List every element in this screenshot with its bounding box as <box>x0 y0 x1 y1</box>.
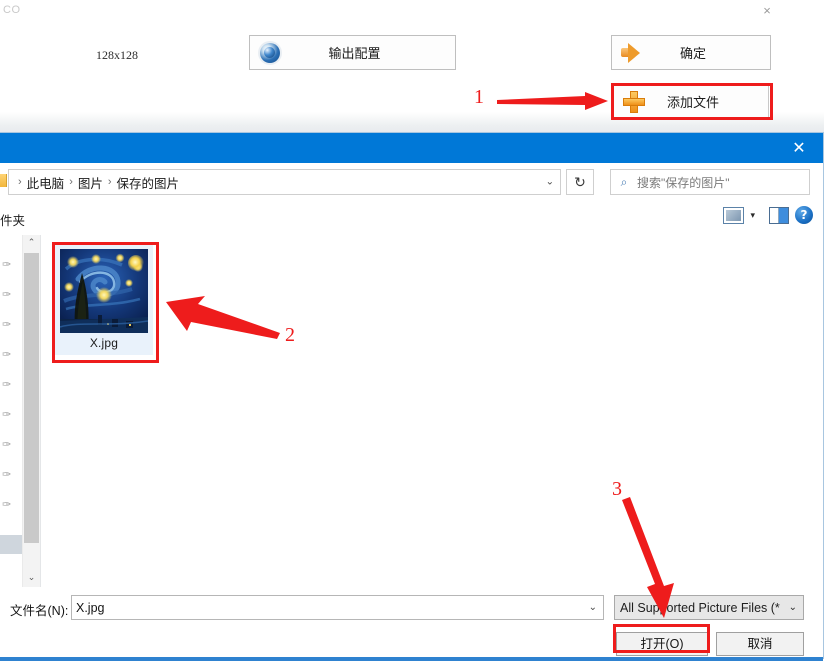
orange-arrow-icon <box>612 42 652 63</box>
breadcrumb-separator: › <box>69 176 73 188</box>
sidebar-item[interactable]: ✑ <box>0 499 22 511</box>
cancel-button[interactable]: 取消 <box>716 632 804 656</box>
add-file-button[interactable]: 添加文件 <box>613 85 769 118</box>
list-item[interactable]: X.jpg <box>55 245 153 355</box>
breadcrumb-item-saved-pictures[interactable]: 保存的图片 <box>117 173 180 192</box>
sidebar-item-selected[interactable] <box>0 535 22 554</box>
chevron-down-icon[interactable]: ▾ <box>750 210 755 221</box>
pin-icon: ✑ <box>2 378 12 391</box>
orange-plus-icon <box>614 90 654 113</box>
output-config-label: 输出配置 <box>328 46 381 61</box>
folder-icon <box>0 174 7 187</box>
confirm-button[interactable]: 确定 <box>611 35 771 70</box>
dialog-bottom-bar: 文件名(N): X.jpg ⌄ All Supported Picture Fi… <box>0 588 823 660</box>
sidebar-item[interactable]: ✑ <box>0 409 22 421</box>
chevron-down-icon[interactable]: ⌄ <box>589 602 597 613</box>
chevron-down-icon[interactable]: ⌄ <box>546 177 554 188</box>
annotation-number-2: 2 <box>285 324 295 346</box>
breadcrumb-separator: › <box>107 176 112 188</box>
open-button[interactable]: 打开(O) <box>616 632 708 656</box>
sidebar-item[interactable]: ✑ <box>0 349 22 361</box>
pin-icon: ✑ <box>2 408 12 421</box>
file-type-filter-select[interactable]: All Supported Picture Files (* ⌄ <box>614 595 804 620</box>
dialog-navigation-bar: › 此电脑 › 图片 › 保存的图片 ⌄ ↻ ⌕ 搜索"保存的图片" <box>0 163 823 201</box>
scroll-down-icon[interactable]: ⌄ <box>23 570 40 587</box>
help-icon[interactable]: ? <box>795 206 813 224</box>
pin-icon: ✑ <box>2 438 12 451</box>
view-mode-icon[interactable] <box>723 206 745 224</box>
sidebar-item[interactable]: ✑ <box>0 439 22 451</box>
chevron-down-icon[interactable]: ⌄ <box>789 602 797 613</box>
refresh-icon[interactable]: ↻ <box>566 169 594 195</box>
app-logo: CO <box>3 4 21 16</box>
dialog-toolbar: 件夹 ▾ ? <box>0 201 823 236</box>
file-thumbnail[interactable] <box>60 249 148 333</box>
sidebar-item[interactable]: ✑ <box>0 289 22 301</box>
background-application: CO × 128x128 输出配置 确定 添加文件 <box>0 0 824 132</box>
breadcrumb-item-pictures[interactable]: 图片 <box>78 173 103 192</box>
file-list-pane[interactable]: X.jpg <box>40 235 823 587</box>
output-config-button[interactable]: 输出配置 <box>249 35 456 70</box>
dialog-close-icon[interactable]: ✕ <box>781 133 817 163</box>
search-icon: ⌕ <box>620 174 628 189</box>
dialog-titlebar: ✕ <box>0 133 823 163</box>
search-placeholder: 搜索"保存的图片" <box>637 175 730 190</box>
pin-icon: ✑ <box>2 468 12 481</box>
app-close-button[interactable]: × <box>758 3 776 19</box>
scroll-up-icon[interactable]: ⌃ <box>23 235 40 252</box>
dialog-status-line <box>0 657 823 661</box>
filename-label: 文件名(N): <box>10 604 69 618</box>
filename-value: X.jpg <box>76 600 105 615</box>
organize-label[interactable]: 件夹 <box>0 210 25 229</box>
file-type-filter-value: All Supported Picture Files (* <box>620 600 780 615</box>
output-size-label: 128x128 <box>96 48 138 62</box>
sidebar-item[interactable]: ✑ <box>0 469 22 481</box>
confirm-label: 确定 <box>679 46 706 61</box>
sidebar-item[interactable]: ✑ <box>0 379 22 391</box>
annotation-number-3: 3 <box>612 478 622 500</box>
sidebar-item[interactable]: ✑ <box>0 319 22 331</box>
annotation-number-1: 1 <box>474 86 484 108</box>
gear-icon <box>250 42 290 64</box>
file-open-dialog: ✕ › 此电脑 › 图片 › 保存的图片 ⌄ ↻ ⌕ 搜索"保存的图片" 件夹 <box>0 132 824 661</box>
add-file-label: 添加文件 <box>666 95 719 110</box>
sidebar-item[interactable]: ✑ <box>0 259 22 271</box>
preview-pane-icon[interactable] <box>769 206 789 224</box>
pin-icon: ✑ <box>2 288 12 301</box>
filename-input[interactable]: X.jpg ⌄ <box>71 595 604 620</box>
screenshot-root: CO × 128x128 输出配置 确定 添加文件 ✕ › 此电脑 › 图片 ›… <box>0 0 824 664</box>
toolbar-right-group: ▾ ? <box>723 206 813 224</box>
pin-icon: ✑ <box>2 348 12 361</box>
sidebar-scrollbar[interactable]: ⌃ ⌄ <box>22 235 40 587</box>
search-input[interactable]: ⌕ 搜索"保存的图片" <box>610 169 810 195</box>
breadcrumb[interactable]: › 此电脑 › 图片 › 保存的图片 ⌄ <box>8 169 561 195</box>
pin-icon: ✑ <box>2 498 12 511</box>
dialog-sidebar: ✑ ✑ ✑ ✑ ✑ ✑ ✑ ✑ ✑ <box>0 235 22 587</box>
starry-night-thumbnail-image <box>60 249 148 333</box>
pin-icon: ✑ <box>2 318 12 331</box>
file-name-label: X.jpg <box>89 336 119 350</box>
scrollbar-thumb[interactable] <box>24 253 39 543</box>
pin-icon: ✑ <box>2 258 12 271</box>
breadcrumb-separator: › <box>18 176 22 188</box>
breadcrumb-item-this-pc[interactable]: 此电脑 <box>27 173 65 192</box>
